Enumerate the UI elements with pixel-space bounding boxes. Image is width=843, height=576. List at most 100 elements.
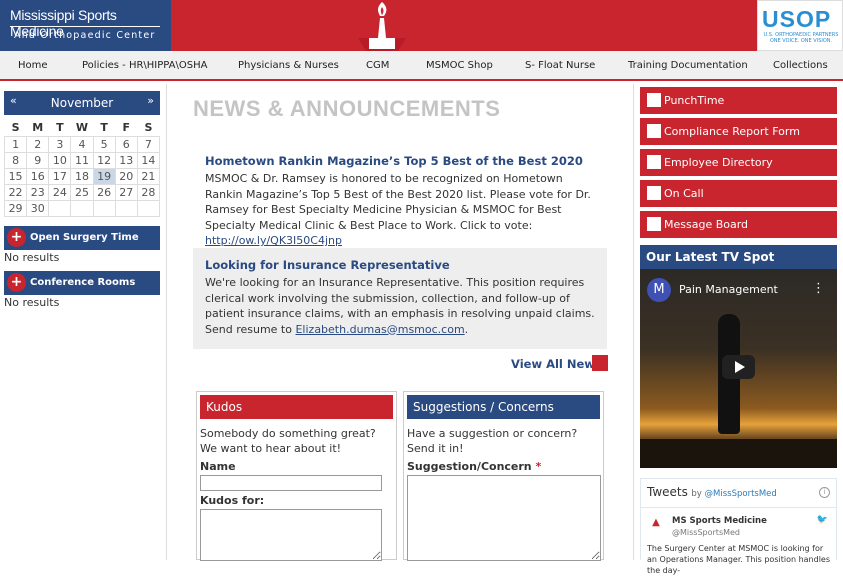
nav-float-nurse[interactable]: S- Float Nurse [525, 60, 595, 71]
message-board-button[interactable]: Message Board [640, 211, 837, 238]
calendar-day[interactable]: 11 [70, 151, 94, 169]
calendar-day[interactable]: 12 [92, 151, 116, 169]
checkbox-icon [647, 186, 661, 200]
channel-avatar[interactable]: M [647, 278, 671, 302]
calendar: « November » SMTWTFS 1 2 3 4 5 6 7 8 9 10 11 12 13 14… [3, 91, 161, 217]
nav-collections[interactable]: Collections [773, 60, 828, 71]
compliance-report-button[interactable]: Compliance Report Form [640, 118, 837, 145]
widget-title: Conference Rooms [30, 277, 136, 288]
checkbox-icon [647, 124, 661, 138]
play-button-icon[interactable] [722, 355, 755, 379]
calendar-day[interactable]: 14 [136, 151, 161, 169]
checkbox-icon [647, 155, 661, 169]
view-all-arrow-icon[interactable] [592, 355, 608, 371]
tweets-header: Tweets by @MissSportsMed [647, 485, 777, 499]
calendar-day[interactable]: 23 [26, 183, 50, 201]
calendar-day[interactable]: 27 [114, 183, 138, 201]
calendar-day[interactable]: 1 [3, 135, 28, 153]
checkbox-icon [647, 93, 661, 107]
calendar-day[interactable]: 5 [92, 135, 116, 153]
video-title[interactable]: Pain Management [679, 283, 778, 296]
nav-training[interactable]: Training Documentation [628, 60, 748, 71]
email-link[interactable]: Elizabeth.dumas@msmoc.com [295, 323, 464, 336]
suggestions-description: Have a suggestion or concern? Send it in… [407, 427, 578, 455]
calendar-day[interactable]: 7 [136, 135, 161, 153]
expand-plus-icon[interactable]: + [7, 273, 26, 292]
widget-title: Open Surgery Time [30, 232, 139, 243]
calendar-header: « November » [4, 91, 160, 115]
tweet-author[interactable]: MS Sports Medicine [672, 516, 767, 526]
weekday-header: W [75, 121, 89, 135]
suggestion-textarea[interactable] [407, 475, 601, 561]
video-player[interactable]: M Pain Management ⋮ [640, 269, 837, 468]
calendar-day[interactable]: 8 [3, 151, 28, 169]
calendar-day[interactable]: 26 [92, 183, 116, 201]
calendar-day[interactable]: 28 [136, 183, 161, 201]
news-item: Hometown Rankin Magazine’s Top 5 Best of… [193, 148, 607, 255]
view-all-news-link[interactable]: View All News [511, 357, 602, 371]
weekday-header: S [11, 121, 20, 135]
info-icon[interactable]: i [819, 487, 830, 498]
news-title[interactable]: Hometown Rankin Magazine’s Top 5 Best of… [205, 154, 595, 168]
twitter-bird-icon: 🐦 [816, 515, 828, 525]
calendar-day [48, 199, 72, 217]
calendar-day [92, 199, 116, 217]
calendar-day[interactable]: 6 [114, 135, 138, 153]
expand-plus-icon[interactable]: + [7, 228, 26, 247]
news-body: We're looking for an Insurance Represent… [205, 276, 595, 336]
calendar-day[interactable]: 30 [26, 199, 50, 217]
weekday-header: M [32, 121, 44, 135]
calendar-day[interactable]: 25 [70, 183, 94, 201]
calendar-day[interactable]: 19 [92, 167, 116, 185]
kudos-form: Kudos Somebody do something great? We wa… [196, 391, 397, 561]
msmoc-logo[interactable]: Mississippi Sports Medicine And Orthopae… [0, 0, 171, 51]
video-thumbnail-ground [640, 439, 837, 468]
kudos-for-label: Kudos for: [200, 494, 265, 507]
calendar-day [70, 199, 94, 217]
open-surgery-time-widget[interactable]: + Open Surgery Time [4, 226, 160, 250]
calendar-day[interactable]: 3 [48, 135, 72, 153]
calendar-day[interactable]: 20 [114, 167, 138, 185]
calendar-day[interactable]: 10 [48, 151, 72, 169]
kudos-title: Kudos [200, 395, 393, 419]
employee-directory-button[interactable]: Employee Directory [640, 149, 837, 176]
checkbox-icon [647, 217, 661, 231]
site-header: Mississippi Sports Medicine And Orthopae… [0, 0, 843, 51]
page-title: NEWS & ANNOUNCEMENTS [193, 96, 501, 121]
more-options-icon[interactable]: ⋮ [812, 281, 825, 296]
nav-physicians[interactable]: Physicians & Nurses [238, 60, 339, 71]
calendar-day [136, 199, 161, 217]
calendar-day[interactable]: 13 [114, 151, 138, 169]
news-title[interactable]: Looking for Insurance Representative [205, 258, 595, 272]
calendar-day[interactable]: 22 [3, 183, 28, 201]
name-label: Name [200, 460, 236, 473]
calendar-day[interactable]: 15 [3, 167, 28, 185]
twitter-handle-link[interactable]: @MissSportsMed [705, 489, 777, 499]
name-input[interactable] [200, 475, 382, 491]
calendar-day[interactable]: 21 [136, 167, 161, 185]
calendar-day[interactable]: 2 [26, 135, 50, 153]
nav-policies[interactable]: Policies - HR\HIPPA\OSHA [82, 60, 207, 71]
tweet-handle[interactable]: @MissSportsMed [672, 528, 740, 537]
kudos-for-textarea[interactable] [200, 509, 382, 561]
calendar-day[interactable]: 4 [70, 135, 94, 153]
conference-rooms-widget[interactable]: + Conference Rooms [4, 271, 160, 295]
calendar-day[interactable]: 18 [70, 167, 94, 185]
usop-wordmark: USOP [762, 6, 832, 32]
nav-shop[interactable]: MSMOC Shop [426, 60, 493, 71]
calendar-day[interactable]: 24 [48, 183, 72, 201]
main-nav: Home Policies - HR\HIPPA\OSHA Physicians… [0, 51, 843, 81]
punchtime-button[interactable]: PunchTime [640, 87, 837, 114]
calendar-day[interactable]: 17 [48, 167, 72, 185]
usop-logo[interactable]: USOP U.S. ORTHOPAEDIC PARTNERS ONE VOICE… [757, 0, 843, 51]
next-month-button[interactable]: » [147, 94, 154, 107]
nav-home[interactable]: Home [18, 60, 48, 71]
calendar-day[interactable]: 9 [26, 151, 50, 169]
msmoc-avatar-icon[interactable]: ▲ [649, 517, 663, 531]
on-call-button[interactable]: On Call [640, 180, 837, 207]
calendar-day[interactable]: 16 [26, 167, 50, 185]
nav-cgm[interactable]: CGM [366, 60, 389, 71]
news-vote-link[interactable]: http://ow.ly/QK3I50C4jnp [205, 234, 342, 247]
calendar-day[interactable]: 29 [3, 199, 28, 217]
news-body: MSMOC & Dr. Ramsey is honored to be reco… [205, 172, 591, 247]
